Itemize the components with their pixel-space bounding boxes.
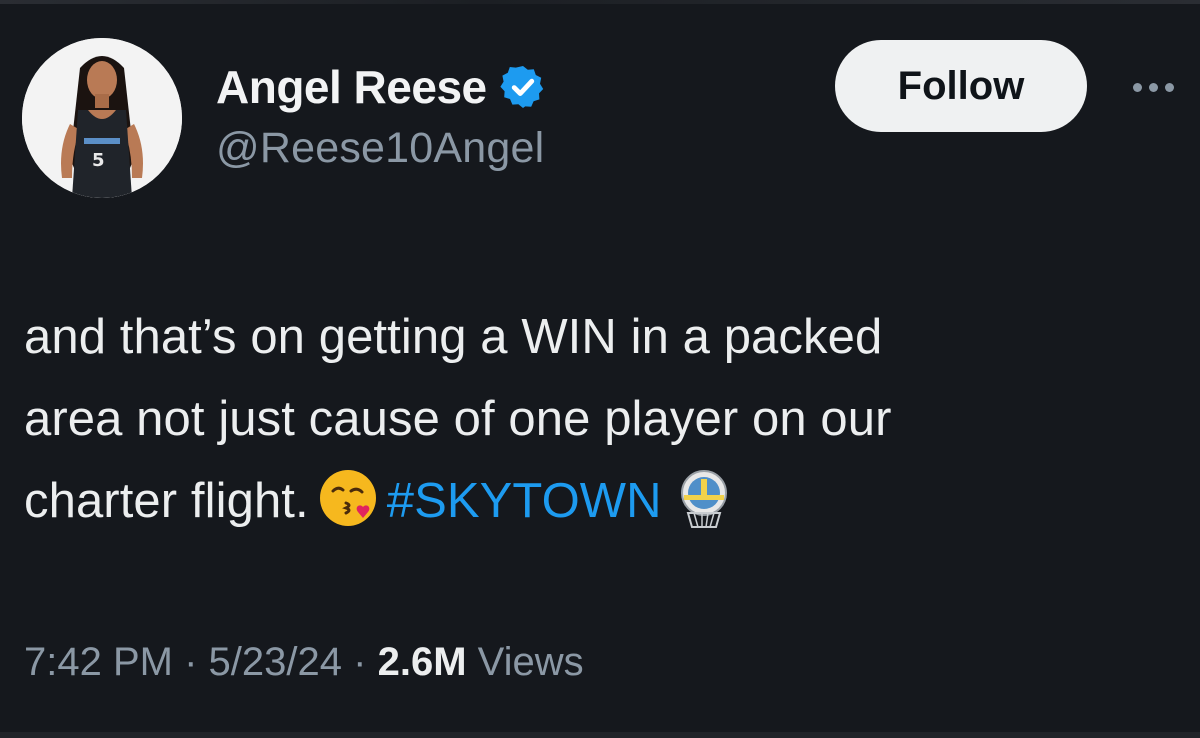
svg-text:5: 5 <box>92 150 105 171</box>
dot <box>1132 82 1142 92</box>
bottom-divider <box>0 732 1200 738</box>
author-handle[interactable]: @Reese10Angel <box>216 124 544 173</box>
tweet-time[interactable]: 7:42 PM <box>24 640 173 684</box>
separator: · <box>353 640 367 684</box>
separator: · <box>184 640 198 684</box>
kissing-face-emoji-icon <box>317 467 379 554</box>
tweet-text: and that’s on getting a WIN in a packed … <box>24 296 1174 556</box>
tweet-text-line: area not just cause of one player on our <box>24 392 892 446</box>
tweet-meta: 7:42 PM · 5/23/24 · 2.6M Views <box>24 640 584 685</box>
tweet-text-line: charter flight. <box>24 474 309 528</box>
chicago-sky-logo-icon <box>672 467 736 556</box>
verified-badge-icon <box>500 66 543 108</box>
more-options-icon[interactable] <box>1118 72 1188 102</box>
author-display-name[interactable]: Angel Reese <box>216 60 487 114</box>
author-name-row: Angel Reese <box>216 60 547 114</box>
views-label: Views <box>477 640 584 684</box>
tweet-card: 5 Angel Reese @Reese10Angel Follow and t… <box>0 0 1200 738</box>
dot <box>1164 82 1174 92</box>
avatar[interactable]: 5 <box>22 38 182 198</box>
follow-button[interactable]: Follow <box>835 40 1087 132</box>
tweet-date[interactable]: 5/23/24 <box>209 640 342 684</box>
tweet-text-line: and that’s on getting a WIN in a packed <box>24 310 883 364</box>
player-avatar-icon: 5 <box>22 38 182 198</box>
hashtag-link[interactable]: #SKYTOWN <box>387 474 662 528</box>
tweet-text-line-last: charter flight. #SKYTOWN <box>24 460 1174 556</box>
views-count: 2.6M <box>377 640 467 684</box>
dot <box>1148 82 1158 92</box>
